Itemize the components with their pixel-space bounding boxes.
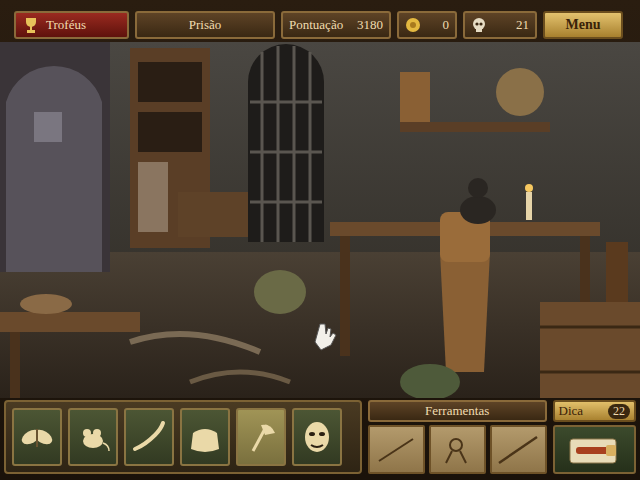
coins-count: 0: [443, 17, 450, 33]
mask-icon: [299, 419, 335, 455]
menu-button[interactable]: Menu: [543, 11, 623, 39]
scene-picture[interactable]: [0, 42, 640, 398]
tool-slots: [368, 425, 547, 474]
item-slot[interactable]: [12, 408, 62, 466]
stick-icon: [495, 431, 541, 469]
top-bar: Troféus Prisão Pontuação 3180 0 21 Menu: [0, 0, 640, 42]
tool-slot[interactable]: [490, 425, 547, 474]
location-title: Prisão: [189, 17, 222, 33]
score-label: Pontuação: [289, 17, 343, 33]
hint-panel: Dica 22: [553, 400, 636, 474]
glove-cursor-icon: [314, 322, 340, 352]
item-slot[interactable]: [180, 408, 230, 466]
tool-slot[interactable]: [368, 425, 425, 474]
score-plaque: Pontuação 3180: [281, 11, 391, 39]
coins-plaque: 0: [397, 11, 457, 39]
trophy-icon: [22, 16, 40, 34]
skulls-count: 21: [516, 17, 529, 33]
item-slot[interactable]: [124, 408, 174, 466]
key-ring-icon: [434, 431, 480, 469]
mouse-icon: [75, 419, 111, 455]
map-telescope-icon: [562, 431, 626, 469]
bag-icon: [187, 419, 223, 455]
trophies-label[interactable]: Troféus: [46, 17, 86, 33]
score-value: 3180: [357, 17, 383, 33]
tools-panel: Ferramentas: [368, 400, 547, 474]
hint-label: Dica 22: [553, 400, 636, 422]
hint-count-badge: 22: [608, 404, 630, 419]
item-slot[interactable]: [236, 408, 286, 466]
location-plaque: Prisão: [135, 11, 275, 39]
hint-button[interactable]: [553, 425, 636, 474]
item-slot[interactable]: [68, 408, 118, 466]
tools-title: Ferramentas: [425, 403, 489, 419]
horn-icon: [131, 419, 167, 455]
moth-icon: [19, 419, 55, 455]
skull-icon: [471, 17, 487, 33]
rod-icon: [373, 431, 419, 469]
coin-icon: [405, 17, 421, 33]
hint-title: Dica: [559, 403, 584, 419]
menu-label[interactable]: Menu: [566, 17, 601, 33]
item-slot[interactable]: [292, 408, 342, 466]
trophies-button[interactable]: Troféus: [14, 11, 129, 39]
axe-icon: [243, 419, 279, 455]
bottom-bar: Ferramentas Dica 22: [0, 398, 640, 480]
skulls-plaque: 21: [463, 11, 537, 39]
tools-label: Ferramentas: [368, 400, 547, 422]
items-to-find-panel: [4, 400, 362, 474]
tool-slot[interactable]: [429, 425, 486, 474]
